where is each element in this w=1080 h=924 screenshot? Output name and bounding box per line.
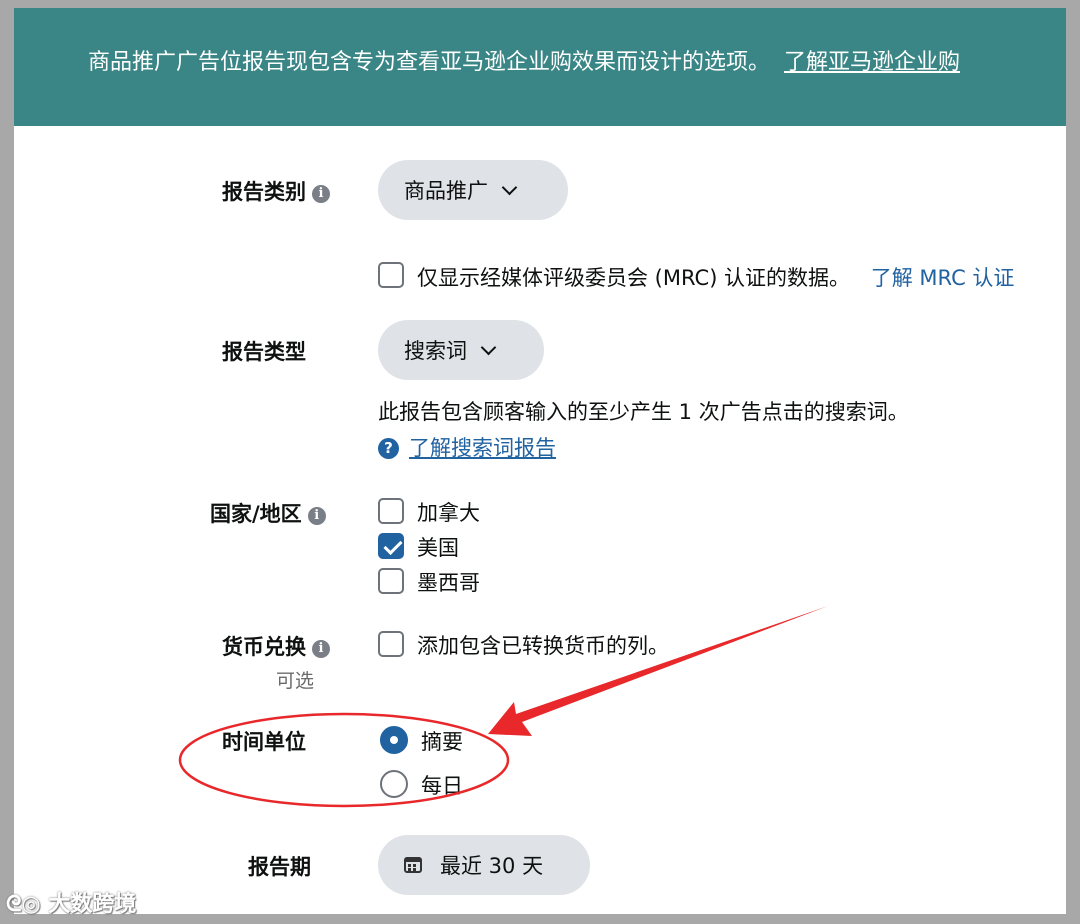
info-icon[interactable]: i [307, 507, 326, 525]
learn-business-link[interactable]: 了解亚马逊企业购 [784, 50, 960, 75]
help-icon: ? [378, 438, 399, 459]
info-banner: 商品推广广告位报告现包含专为查看亚马逊企业购效果而设计的选项。 了解亚马逊企业购 [14, 8, 1066, 126]
time-unit-radio-daily[interactable] [380, 770, 408, 798]
time-unit-option-label: 每日 [421, 774, 463, 798]
country-checkbox-mexico[interactable] [378, 568, 404, 594]
search-term-report-link[interactable]: 了解搜索词报告 [409, 436, 556, 460]
report-category-label: 报告类别 i [222, 176, 330, 206]
country-option-label: 墨西哥 [417, 571, 480, 595]
report-type-label: 报告类型 [222, 340, 306, 364]
calendar-icon [404, 857, 422, 873]
report-period-picker[interactable]: 最近 30 天 [378, 835, 590, 895]
currency-checkbox[interactable] [378, 631, 404, 657]
banner-message: 商品推广广告位报告现包含专为查看亚马逊企业购效果而设计的选项。 [88, 50, 771, 75]
watermark-logo-icon: ᘓ◎ [6, 892, 41, 917]
country-option-label: 美国 [417, 536, 459, 560]
report-type-dropdown[interactable]: 搜索词 [378, 320, 544, 380]
country-option-label: 加拿大 [417, 501, 480, 525]
country-checkbox-us[interactable] [378, 533, 404, 559]
time-unit-label: 时间单位 [222, 730, 306, 754]
report-category-dropdown[interactable]: 商品推广 [378, 160, 568, 220]
mrc-label: 仅显示经媒体评级委员会 (MRC) 认证的数据。 [417, 266, 851, 290]
mrc-checkbox[interactable] [378, 262, 404, 288]
time-unit-radio-summary[interactable] [380, 726, 408, 754]
watermark-text: 大数跨境 [48, 892, 137, 917]
report-type-description: 此报告包含顾客输入的至少产生 1 次广告点击的搜索词。 [378, 400, 909, 424]
currency-label: 货币兑换 i [222, 631, 330, 661]
report-period-label: 报告期 [248, 855, 311, 879]
info-icon[interactable]: i [312, 640, 330, 658]
country-checkbox-canada[interactable] [378, 498, 404, 524]
chevron-down-icon [501, 179, 518, 195]
country-label: 国家/地区 i [210, 498, 326, 528]
currency-option-label: 添加包含已转换货币的列。 [417, 634, 669, 658]
mrc-learn-link[interactable]: 了解 MRC 认证 [871, 266, 1015, 290]
info-icon[interactable]: i [312, 185, 330, 203]
optional-label: 可选 [276, 670, 315, 692]
chevron-down-icon [480, 339, 497, 355]
time-unit-option-label: 摘要 [421, 730, 463, 754]
report-settings-panel: 商品推广广告位报告现包含专为查看亚马逊企业购效果而设计的选项。 了解亚马逊企业购 … [14, 8, 1066, 914]
